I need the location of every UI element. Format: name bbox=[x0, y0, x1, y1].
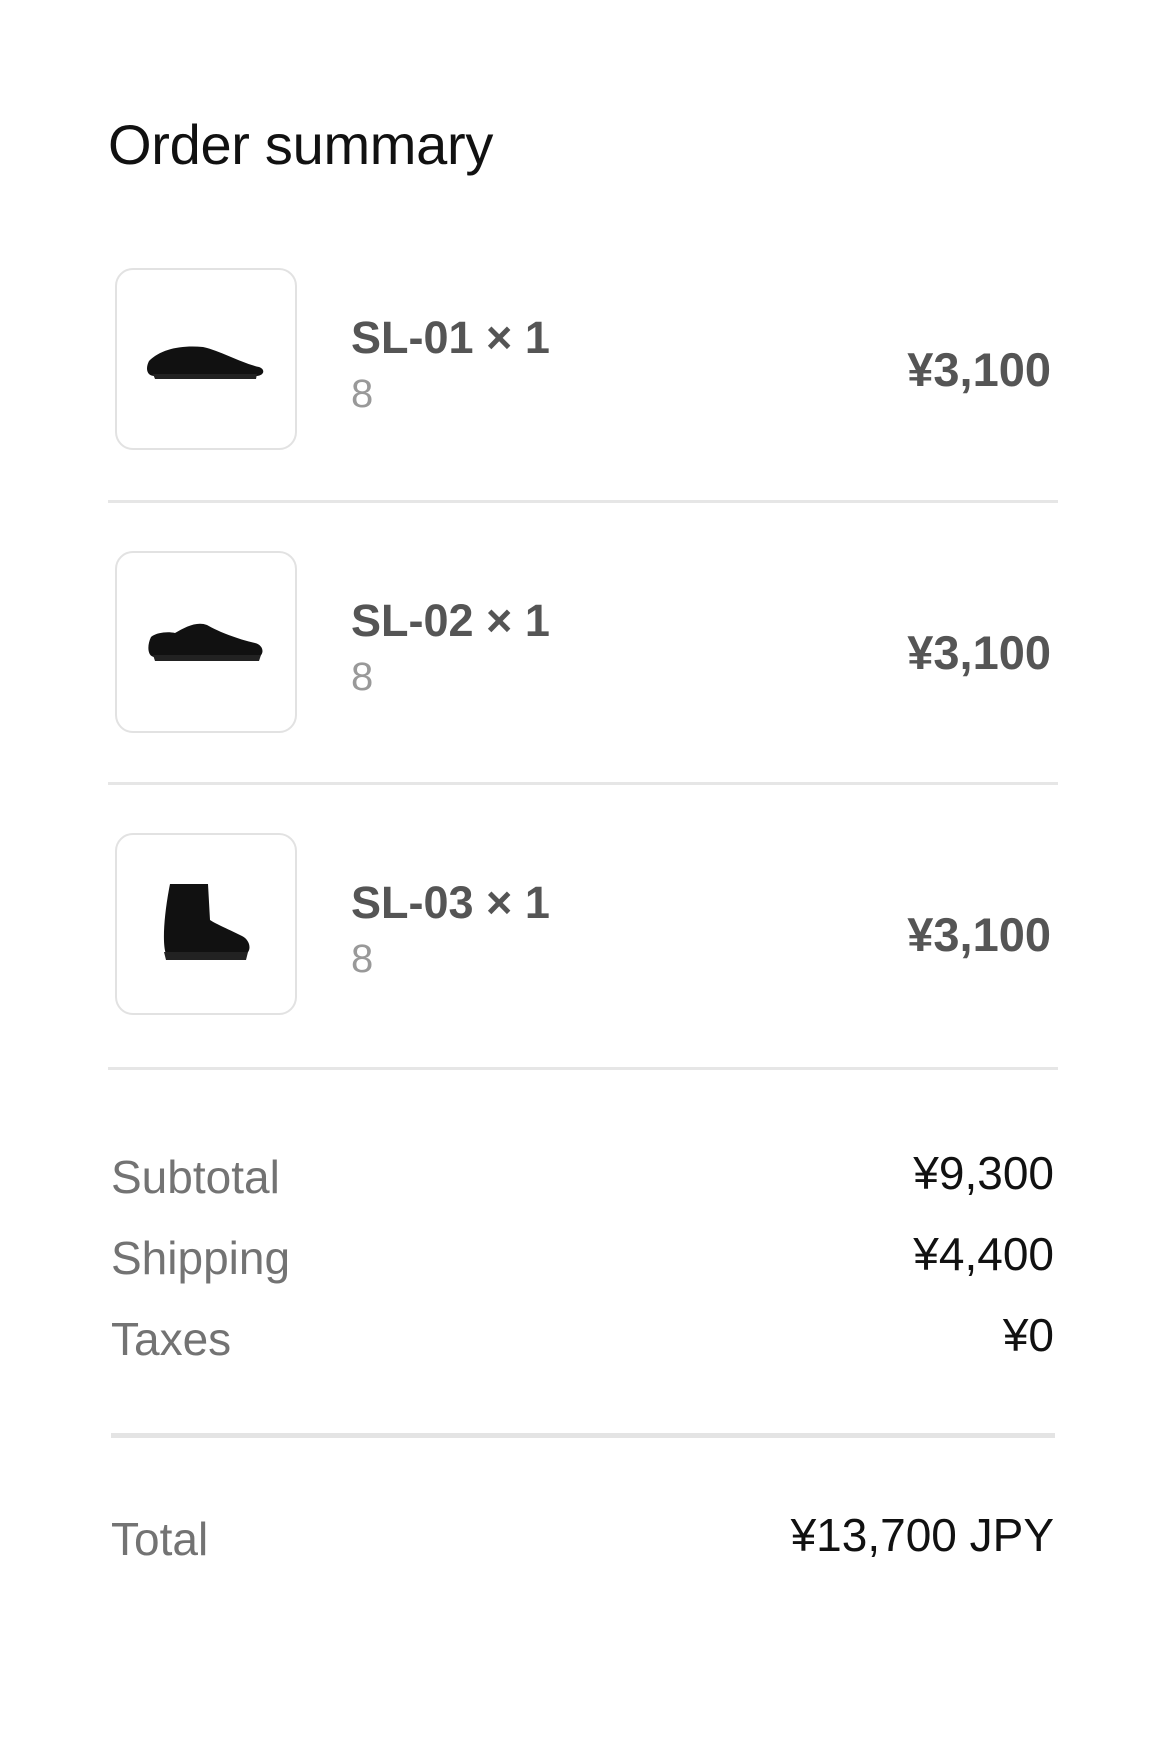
item-variant: 8 bbox=[351, 655, 374, 699]
item-name: SL-02 × 1 bbox=[351, 595, 550, 646]
subtotal-label: Subtotal bbox=[111, 1151, 280, 1203]
divider bbox=[108, 1067, 1058, 1070]
divider bbox=[108, 782, 1058, 785]
item-price: ¥3,100 bbox=[907, 626, 1051, 679]
item-variant: 8 bbox=[351, 937, 374, 981]
item-name: SL-01 × 1 bbox=[351, 312, 550, 363]
product-thumbnail bbox=[115, 833, 297, 1015]
divider bbox=[111, 1433, 1055, 1438]
taxes-value: ¥0 bbox=[1002, 1309, 1054, 1361]
boot-icon bbox=[163, 884, 250, 960]
item-price: ¥3,100 bbox=[907, 343, 1051, 396]
item-price: ¥3,100 bbox=[907, 908, 1051, 961]
low-shoe-icon bbox=[148, 623, 263, 661]
list-item[interactable]: SL-03 × 1 8 ¥3,100 bbox=[108, 833, 1058, 1019]
slip-on-shoe-icon bbox=[147, 346, 264, 379]
shipping-value: ¥4,400 bbox=[913, 1228, 1054, 1280]
product-thumbnail bbox=[115, 268, 297, 450]
list-item[interactable]: SL-02 × 1 8 ¥3,100 bbox=[108, 551, 1058, 737]
taxes-label: Taxes bbox=[111, 1313, 232, 1365]
subtotal-value: ¥9,300 bbox=[913, 1147, 1054, 1199]
product-thumbnail bbox=[115, 551, 297, 733]
item-name: SL-03 × 1 bbox=[351, 877, 550, 928]
shipping-label: Shipping bbox=[111, 1232, 291, 1284]
divider bbox=[108, 500, 1058, 503]
total-label: Total bbox=[111, 1513, 209, 1565]
list-item[interactable]: SL-01 × 1 8 ¥3,100 bbox=[108, 268, 1058, 454]
total-value: ¥13,700 JPY bbox=[790, 1509, 1054, 1561]
item-variant: 8 bbox=[351, 372, 374, 416]
page-title: Order summary bbox=[108, 113, 494, 176]
